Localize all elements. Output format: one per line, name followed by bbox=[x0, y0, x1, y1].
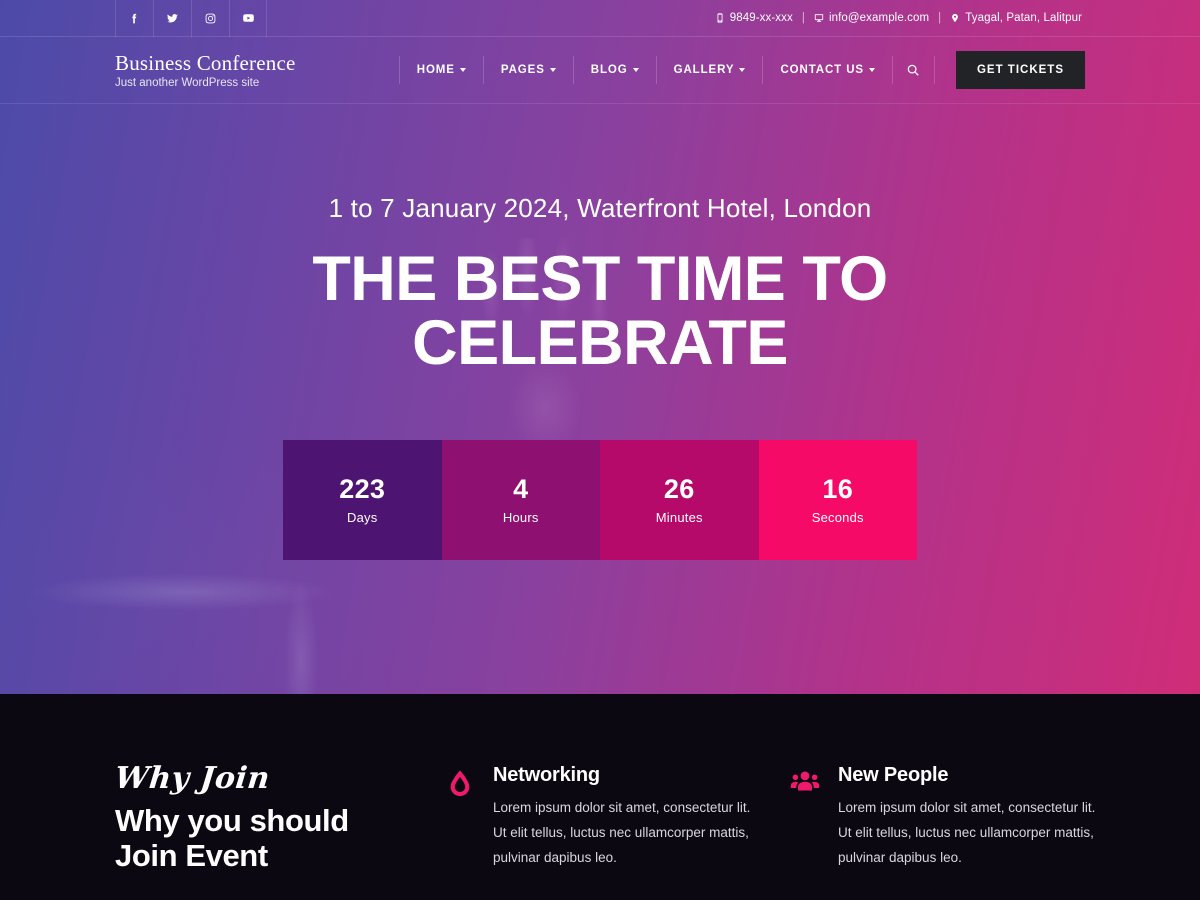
chevron-down-icon bbox=[549, 68, 556, 72]
why-join-heading-block: Why Join Why you should Join Event bbox=[113, 761, 445, 873]
top-bar: 9849-xx-xxx | info@example.com | Tyagal,… bbox=[0, 0, 1200, 37]
nav-label-contact-us: CONTACT US bbox=[780, 64, 864, 76]
hero-title-line-1: THE BEST TIME TO bbox=[312, 244, 888, 314]
phone-link[interactable]: 9849-xx-xxx bbox=[715, 12, 793, 24]
why-join-heading-line-2: Join Event bbox=[115, 837, 268, 873]
countdown-value-seconds: 16 bbox=[822, 473, 854, 504]
feature-networking-text: Networking Lorem ipsum dolor sit amet, c… bbox=[493, 764, 755, 873]
why-join-section: Why Join Why you should Join Event Netwo… bbox=[0, 694, 1200, 900]
search-icon bbox=[908, 64, 920, 76]
phone-icon bbox=[717, 13, 723, 23]
why-join-heading: Why you should Join Event bbox=[115, 803, 445, 873]
hero-title: THE BEST TIME TO CELEBRATE bbox=[0, 247, 1200, 376]
nav-item-pages[interactable]: PAGES bbox=[484, 56, 574, 84]
feature-new-people: New People Lorem ipsum dolor sit amet, c… bbox=[790, 764, 1100, 873]
address-link[interactable]: Tyagal, Patan, Lalitpur bbox=[950, 12, 1082, 24]
youtube-icon[interactable] bbox=[229, 0, 267, 37]
email-address: info@example.com bbox=[828, 12, 930, 24]
get-tickets-button[interactable]: GET TICKETS bbox=[955, 51, 1085, 89]
countdown-label-minutes: Minutes bbox=[655, 509, 703, 525]
countdown-label-days: Days bbox=[347, 509, 378, 525]
feature-new-people-title: New People bbox=[838, 764, 949, 786]
feature-new-people-text: New People Lorem ipsum dolor sit amet, c… bbox=[838, 764, 1100, 873]
location-pin-icon bbox=[952, 13, 959, 23]
users-group-icon bbox=[790, 764, 824, 873]
twitter-icon[interactable] bbox=[153, 0, 191, 37]
chevron-down-icon bbox=[632, 68, 639, 72]
why-join-inner: Why Join Why you should Join Event Netwo… bbox=[113, 761, 1095, 873]
brand-block[interactable]: Business Conference Just another WordPre… bbox=[115, 51, 296, 89]
nav-item-blog[interactable]: BLOG bbox=[574, 56, 657, 84]
nav-label-home: HOME bbox=[416, 64, 455, 76]
instagram-icon[interactable] bbox=[191, 0, 229, 37]
countdown-value-minutes: 26 bbox=[663, 473, 695, 504]
countdown-value-days: 223 bbox=[339, 473, 386, 504]
nav-label-blog: BLOG bbox=[590, 64, 628, 76]
feature-networking-body: Lorem ipsum dolor sit amet, consectetur … bbox=[493, 800, 751, 865]
monitor-icon bbox=[814, 14, 824, 22]
site-title: Business Conference bbox=[115, 50, 296, 75]
countdown-value-hours: 4 bbox=[513, 473, 529, 504]
why-join-heading-line-1: Why you should bbox=[115, 803, 349, 838]
main-navigation: HOME PAGES BLOG GALLERY CONTACT US GET T… bbox=[398, 51, 1085, 89]
countdown-cell-minutes: 26 Minutes bbox=[600, 440, 759, 560]
feature-networking: Networking Lorem ipsum dolor sit amet, c… bbox=[445, 764, 790, 873]
facebook-icon[interactable] bbox=[115, 0, 153, 37]
hero-content: 1 to 7 January 2024, Waterfront Hotel, L… bbox=[0, 104, 1200, 376]
countdown-label-hours: Hours bbox=[502, 509, 539, 525]
feature-new-people-body: Lorem ipsum dolor sit amet, consectetur … bbox=[838, 800, 1096, 865]
phone-number: 9849-xx-xxx bbox=[729, 12, 793, 24]
countdown-label-seconds: Seconds bbox=[811, 509, 864, 525]
separator-2: | bbox=[938, 12, 942, 24]
nav-item-gallery[interactable]: GALLERY bbox=[657, 56, 764, 84]
chevron-down-icon bbox=[868, 68, 875, 72]
water-drop-icon bbox=[445, 764, 479, 873]
site-header: Business Conference Just another WordPre… bbox=[0, 37, 1200, 104]
countdown-cell-seconds: 16 Seconds bbox=[758, 440, 917, 560]
contact-info: 9849-xx-xxx | info@example.com | Tyagal,… bbox=[715, 12, 1082, 24]
separator-1: | bbox=[801, 12, 805, 24]
nav-item-home[interactable]: HOME bbox=[398, 56, 484, 84]
countdown-timer: 223 Days 4 Hours 26 Minutes 16 Seconds bbox=[283, 440, 917, 560]
search-button[interactable] bbox=[893, 56, 935, 84]
chevron-down-icon bbox=[459, 68, 466, 72]
hero-subtitle: 1 to 7 January 2024, Waterfront Hotel, L… bbox=[328, 193, 872, 223]
hero-title-line-2: CELEBRATE bbox=[412, 308, 788, 379]
feature-networking-title: Networking bbox=[493, 764, 600, 786]
address-text: Tyagal, Patan, Lalitpur bbox=[965, 12, 1082, 24]
countdown-cell-hours: 4 Hours bbox=[441, 440, 600, 560]
countdown-cell-days: 223 Days bbox=[283, 440, 442, 560]
email-link[interactable]: info@example.com bbox=[814, 12, 929, 24]
hero-section: 9849-xx-xxx | info@example.com | Tyagal,… bbox=[0, 0, 1200, 694]
nav-label-pages: PAGES bbox=[500, 64, 545, 76]
social-links bbox=[115, 0, 267, 37]
site-tagline: Just another WordPress site bbox=[115, 77, 260, 90]
why-join-script-text: Why Join bbox=[113, 761, 272, 796]
nav-item-contact-us[interactable]: CONTACT US bbox=[763, 56, 893, 84]
nav-label-gallery: GALLERY bbox=[673, 64, 735, 76]
chevron-down-icon bbox=[739, 68, 746, 72]
